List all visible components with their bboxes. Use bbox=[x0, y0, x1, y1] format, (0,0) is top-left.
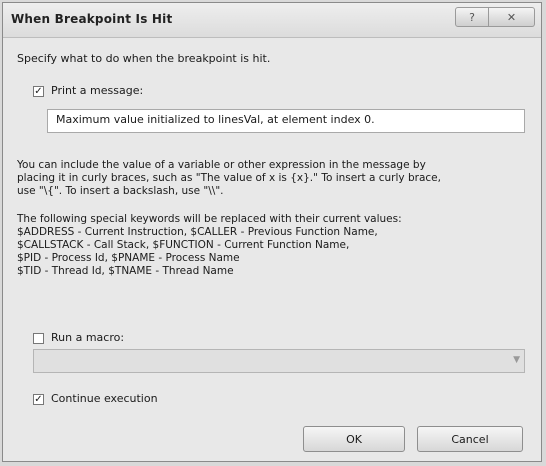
help-button[interactable]: ? bbox=[455, 7, 489, 27]
ok-button[interactable]: OK bbox=[303, 426, 405, 452]
continue-execution-checkbox[interactable]: ✓ bbox=[33, 394, 44, 405]
keywords-line-callstack: $CALLSTACK - Call Stack, $FUNCTION - Cur… bbox=[17, 239, 350, 251]
close-button[interactable]: ✕ bbox=[489, 7, 535, 27]
help-icon: ? bbox=[469, 10, 475, 24]
dialog-title: When Breakpoint Is Hit bbox=[11, 12, 173, 26]
print-message-checkbox[interactable]: ✓ bbox=[33, 86, 44, 97]
keywords-line-pid: $PID - Process Id, $PNAME - Process Name bbox=[17, 252, 240, 264]
cancel-button[interactable]: Cancel bbox=[417, 426, 523, 452]
when-breakpoint-hit-dialog: When Breakpoint Is Hit ? ✕ Specify what … bbox=[2, 2, 542, 462]
help-text-line-1: You can include the value of a variable … bbox=[17, 159, 426, 171]
continue-execution-label[interactable]: Continue execution bbox=[51, 392, 158, 405]
instruction-text: Specify what to do when the breakpoint i… bbox=[17, 52, 271, 65]
macro-select[interactable]: ▼ bbox=[33, 349, 525, 373]
close-icon: ✕ bbox=[506, 10, 517, 24]
message-input[interactable]: Maximum value initialized to linesVal, a… bbox=[47, 109, 525, 133]
print-message-label[interactable]: Print a message: bbox=[51, 84, 143, 97]
title-bar: When Breakpoint Is Hit ? ✕ bbox=[3, 3, 541, 38]
window-controls: ? ✕ bbox=[455, 7, 535, 27]
keywords-line-tid: $TID - Thread Id, $TNAME - Thread Name bbox=[17, 265, 234, 277]
keywords-line-address: $ADDRESS - Current Instruction, $CALLER … bbox=[17, 226, 378, 238]
keywords-heading: The following special keywords will be r… bbox=[17, 213, 402, 225]
help-text-line-3: use "\{". To insert a backslash, use "\\… bbox=[17, 185, 224, 197]
run-macro-label[interactable]: Run a macro: bbox=[51, 331, 124, 344]
run-macro-checkbox[interactable] bbox=[33, 333, 44, 344]
dialog-body: Specify what to do when the breakpoint i… bbox=[3, 38, 541, 461]
help-text-line-2: placing it in curly braces, such as "The… bbox=[17, 172, 441, 184]
chevron-down-icon: ▼ bbox=[513, 355, 520, 365]
